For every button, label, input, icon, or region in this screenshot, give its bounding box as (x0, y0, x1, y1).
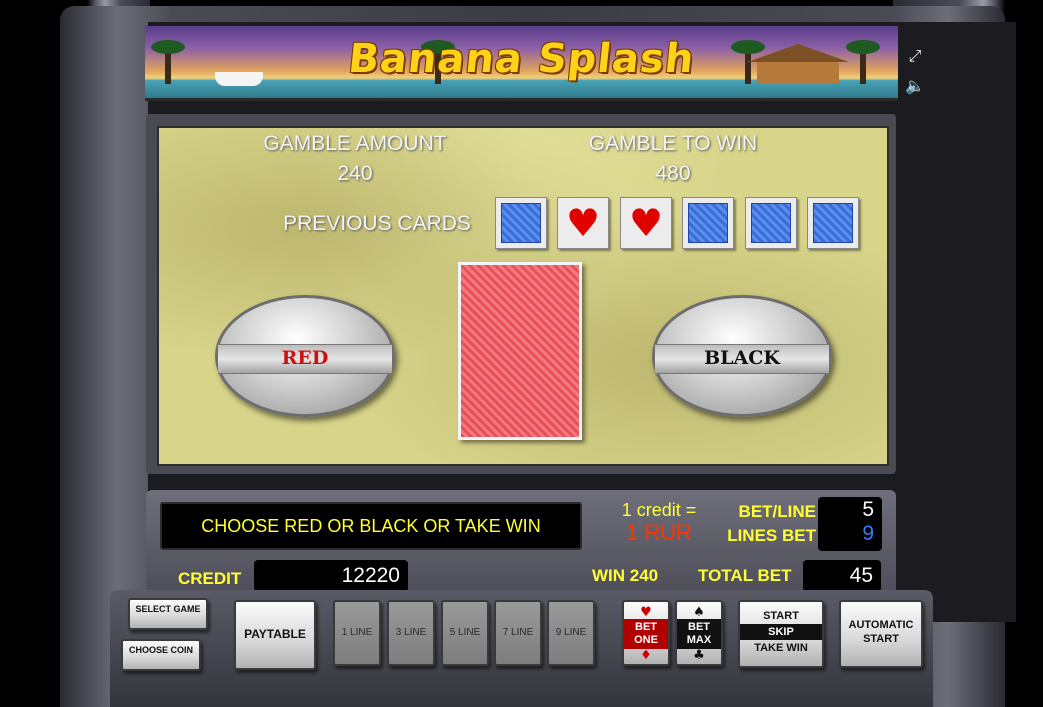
line-7-button[interactable]: 7 LINE (494, 600, 542, 666)
gamble-to-win-value: 480 (655, 162, 691, 185)
previous-card-heart: ♥ (620, 197, 672, 249)
previous-card-heart: ♥ (557, 197, 609, 249)
bet-max-label: BET MAX (677, 619, 721, 649)
gamble-card (458, 262, 582, 440)
black-button-label: BLACK (704, 347, 780, 369)
select-game-button[interactable]: SELECT GAME (128, 598, 208, 630)
start-button[interactable]: START SKIP TAKE WIN (738, 600, 824, 668)
heart-icon: ♥ (628, 201, 664, 245)
line-3-button[interactable]: 3 LINE (387, 600, 435, 666)
win-label: WIN 240 (592, 566, 659, 585)
fullscreen-icon[interactable]: ⤢ (905, 46, 925, 66)
total-bet-label: TOTAL BET (698, 566, 792, 585)
sound-icon[interactable]: 🔈 (905, 76, 925, 96)
credit-rate-value: 1 RUR (625, 520, 692, 545)
gamble-to-win-label: GAMBLE TO WIN (588, 132, 758, 155)
take-win-label: TAKE WIN (754, 642, 808, 654)
window-controls: ⤢ 🔈 (905, 46, 929, 106)
bet-one-button[interactable]: ♥ BET ONE ♦ (622, 600, 670, 666)
credit-label: CREDIT (178, 569, 242, 588)
previous-card-back (807, 197, 859, 249)
gamble-amount-value: 240 (337, 162, 373, 185)
paytable-button[interactable]: PAYTABLE (234, 600, 316, 670)
skip-label: SKIP (740, 624, 822, 640)
line-9-button[interactable]: 9 LINE (547, 600, 595, 666)
line-1-button[interactable]: 1 LINE (333, 600, 381, 666)
heart-icon: ♥ (565, 201, 601, 245)
game-title: Banana Splash (346, 36, 697, 82)
previous-card-back (682, 197, 734, 249)
bet-values-box: 5 9 (818, 497, 882, 551)
previous-cards-label: PREVIOUS CARDS (283, 212, 471, 235)
lines-bet-label: LINES BET (727, 526, 816, 545)
total-bet-value: 45 (803, 560, 881, 592)
game-banner: Banana Splash (145, 26, 898, 101)
red-button[interactable]: RED (215, 295, 395, 417)
spade-icon: ♠ (693, 605, 705, 620)
choose-coin-button[interactable]: CHOOSE COIN (121, 639, 201, 671)
gamble-amount-label: GAMBLE AMOUNT (263, 132, 447, 155)
red-button-label: RED (281, 347, 329, 369)
heart-icon: ♥ (640, 605, 652, 620)
line-5-button[interactable]: 5 LINE (441, 600, 489, 666)
automatic-start-button[interactable]: AUTOMATIC START (839, 600, 923, 668)
previous-card-back (495, 197, 547, 249)
bet-max-button[interactable]: ♠ BET MAX ♣ (675, 600, 723, 666)
bet-line-label: BET/LINE (738, 502, 816, 521)
previous-card-back (745, 197, 797, 249)
lines-bet-value: 9 (862, 522, 874, 545)
club-icon: ♣ (693, 648, 705, 663)
start-label: START (763, 610, 799, 622)
diamond-icon: ♦ (640, 648, 652, 663)
status-message: CHOOSE RED OR BLACK OR TAKE WIN (160, 502, 582, 550)
bet-one-label: BET ONE (624, 619, 668, 649)
credit-value: 12220 (254, 560, 408, 592)
black-button[interactable]: BLACK (652, 295, 832, 417)
bet-line-value: 5 (862, 498, 874, 521)
credit-rate-label: 1 credit = (621, 500, 697, 520)
